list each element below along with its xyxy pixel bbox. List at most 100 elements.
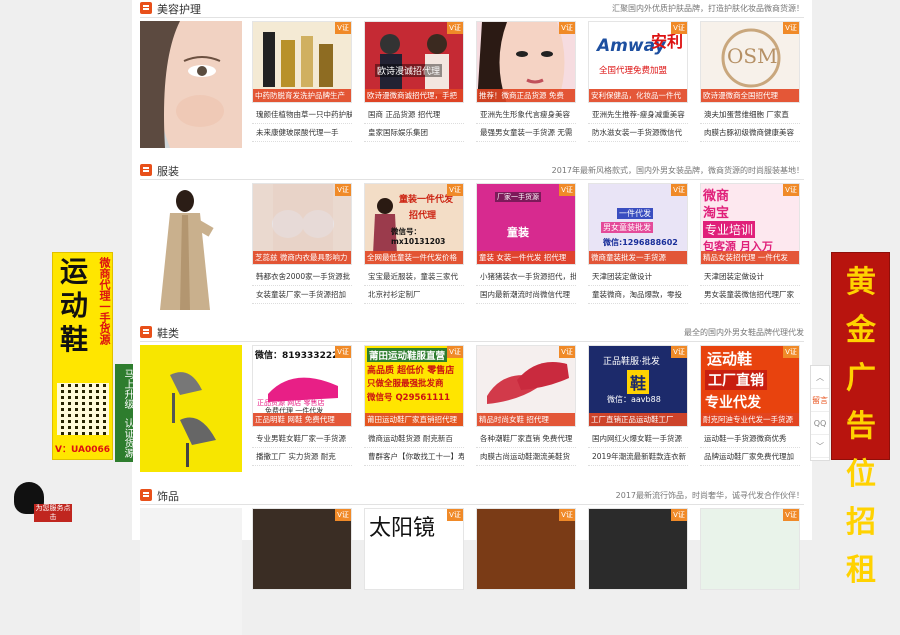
product-thumb[interactable]: 运动鞋 工厂直销 专业代发 V证 耐克阿迪专业代发一手货源 (700, 345, 800, 427)
product-thumb[interactable]: V证 (700, 508, 800, 590)
product-card[interactable]: V证 (588, 508, 688, 590)
product-thumb[interactable]: V证 中药防脱育发洗护品牌生产 (252, 21, 352, 103)
product-card[interactable]: V证 (476, 508, 576, 590)
product-link[interactable]: 女装童装厂家一手货源招加 (252, 286, 352, 304)
product-card[interactable]: V证 中药防脱育发洗护品牌生产 瑰颜佳植物由草一只中药护肤 未来康健玻尿酸代理一… (252, 21, 352, 142)
product-link[interactable]: 韩都衣舍2000家一手货源批 (252, 268, 352, 286)
product-link[interactable]: 专业男鞋女鞋厂家一手货源 (252, 430, 352, 448)
feedback-button[interactable]: 留言 (811, 389, 829, 412)
product-thumb[interactable]: V证 (476, 508, 576, 590)
product-link[interactable]: 肉膜古豚初级微商健康美容 (700, 124, 800, 142)
product-link[interactable]: 亚洲先生形象代言瘦身美容 (476, 106, 576, 124)
product-link[interactable]: 国商 正品货源 招代理 (364, 106, 464, 124)
product-link[interactable]: 曹群客户【你敢找工十一】寿 (364, 448, 464, 466)
product-thumb[interactable]: 莆田运动鞋服直营 高品质 超低价 零售店 只做全服最强批发商 微信号 Q2956… (364, 345, 464, 427)
verified-badge: V证 (335, 22, 351, 34)
product-card[interactable]: 莆田运动鞋服直营 高品质 超低价 零售店 只做全服最强批发商 微信号 Q2956… (364, 345, 464, 466)
verified-badge: V证 (559, 22, 575, 34)
product-thumb[interactable]: V证 芝蕊兹 微商内衣最具影响力 (252, 183, 352, 265)
product-card[interactable]: V证 (700, 508, 800, 590)
product-thumb[interactable]: 童装一件代发 招代理 微信号：mx10131203 V证 全网最低童装一件代发价… (364, 183, 464, 265)
product-link[interactable]: 2019年潮流最新鞋款连衣新 (588, 448, 688, 466)
thumb-caption: 莆田运动鞋服直营 (367, 348, 448, 362)
product-link[interactable]: 最强男女童装一手货源 无需 (476, 124, 576, 142)
product-thumb[interactable]: V证 精品时尚女鞋 招代理 (476, 345, 576, 427)
product-link[interactable]: 亚洲先生推荐-瘦身减重美容 (588, 106, 688, 124)
scroll-up-icon[interactable]: ︿ (811, 366, 829, 389)
product-thumb[interactable]: 太阳镜 V证 (364, 508, 464, 590)
product-link[interactable]: 天津团装定做设计 (588, 268, 688, 286)
product-link[interactable]: 瑰颜佳植物由草一只中药护肤 (252, 106, 352, 124)
upgrade-tab[interactable]: 马上升级 (115, 364, 133, 414)
section-icon (140, 489, 152, 501)
product-link[interactable]: 各种潮鞋厂家直销 免费代理 (476, 430, 576, 448)
product-link[interactable]: 国内最新潮流时尚微信代理 (476, 286, 576, 304)
product-link[interactable]: 播撒工厂 实力货源 耐克 (252, 448, 352, 466)
product-link[interactable]: 澳夫加蛋营维细胞 厂家直 (700, 106, 800, 124)
product-thumb[interactable]: V证 (252, 508, 352, 590)
product-link[interactable]: 皇家国际娱乐集团 (364, 124, 464, 142)
product-thumb[interactable]: V证 推荐！微商正品货源 免费 (476, 21, 576, 103)
product-thumb[interactable]: OSM V证 欧诗漫微商全国招代理 (700, 21, 800, 103)
qq-chat-icon[interactable]: QQ (811, 412, 829, 435)
product-link[interactable]: 运动鞋一手货源微商优秀 (700, 430, 800, 448)
product-thumb[interactable]: 微信：819333222 正品货源 网店 零售店 免费代理 一件代发 V证 正品… (252, 345, 352, 427)
verify-tab[interactable]: 认证货源 (115, 414, 133, 462)
product-thumb[interactable]: 厂家一手货源 童装 V证 童装 女装一件代发 招代理 (476, 183, 576, 265)
product-card[interactable]: OSM V证 欧诗漫微商全国招代理 澳夫加蛋营维细胞 厂家直 肉膜古豚初级微商健… (700, 21, 800, 142)
product-link[interactable]: 微商运动鞋货源 耐克新百 (364, 430, 464, 448)
product-card[interactable]: Amway 安利 全国代理免费加盟 V证 安利保健品，化妆品一件代 亚洲先生推荐… (588, 21, 688, 142)
product-card[interactable]: V证 (252, 508, 352, 590)
product-link[interactable]: 品牌运动鞋厂家免费代理加 (700, 448, 800, 466)
product-link[interactable]: 未来康健玻尿酸代理一手 (252, 124, 352, 142)
featured-image-heels[interactable] (140, 345, 242, 472)
product-card[interactable]: 运动鞋 工厂直销 专业代发 V证 耐克阿迪专业代发一手货源 运动鞋一手货源微商优… (700, 345, 800, 466)
product-banner: 欧诗漫微商全国招代理 (701, 89, 799, 102)
product-card[interactable]: 童装一件代发 招代理 微信号：mx10131203 V证 全网最低童装一件代发价… (364, 183, 464, 304)
left-float-ad[interactable]: 运动鞋 微商代理一手货源 V：UA0066 (52, 252, 113, 460)
product-card[interactable]: V证 芝蕊兹 微商内衣最具影响力 韩都衣舍2000家一手货源批 女装童装厂家一手… (252, 183, 352, 304)
section-title[interactable]: 饰品 (157, 488, 179, 504)
product-card[interactable]: 一件代发 男女童装批发 微信:1296888602 V证 微商童装批发一手货源 … (588, 183, 688, 304)
product-link[interactable]: 国内网红火爆女鞋一手货源 (588, 430, 688, 448)
featured-image-trenchcoat[interactable] (140, 183, 242, 310)
product-card[interactable]: 微信：819333222 正品货源 网店 零售店 免费代理 一件代发 V证 正品… (252, 345, 352, 466)
product-link[interactable]: 小猪猪装衣一手货源招代，批 (476, 268, 576, 286)
product-card[interactable]: 厂家一手货源 童装 V证 童装 女装一件代发 招代理 小猪猪装衣一手货源招代，批… (476, 183, 576, 304)
qq-service-float[interactable]: 为您服务点击 (14, 482, 72, 524)
product-link[interactable]: 天津团装定做设计 (700, 268, 800, 286)
verified-badge: V证 (671, 184, 687, 196)
scroll-down-icon[interactable]: ﹀ (811, 435, 829, 458)
thumb-caption: 童装一件代发 (399, 195, 454, 205)
product-thumb[interactable]: 欧诗漫诚招代理 V证 欧诗漫微商诚招代理，手把 (364, 21, 464, 103)
product-link[interactable]: 防水滋女装一手货源微信代 (588, 124, 688, 142)
right-float-ad[interactable]: 黄金广告位招租 (831, 252, 890, 588)
product-thumb[interactable]: 一件代发 男女童装批发 微信:1296888602 V证 微商童装批发一手货源 (588, 183, 688, 265)
product-card[interactable]: V证 精品时尚女鞋 招代理 各种潮鞋厂家直销 免费代理 肉膜古尚运动鞋潮流美鞋货 (476, 345, 576, 466)
featured-image-face[interactable] (140, 21, 242, 148)
product-card[interactable]: 微商 淘宝 专业培训 包客源 月入万 V证 精品女装招代理 一件代发 天津团装定… (700, 183, 800, 304)
product-thumb[interactable]: Amway 安利 全国代理免费加盟 V证 安利保健品，化妆品一件代 (588, 21, 688, 103)
section-icon (140, 164, 152, 176)
product-link[interactable]: 宝宝最近服装，童装三家代 (364, 268, 464, 286)
product-card[interactable]: 太阳镜 V证 (364, 508, 464, 590)
verified-badge: V证 (447, 22, 463, 34)
section-title[interactable]: 服装 (157, 163, 179, 179)
product-link[interactable]: 北京衬衫定制厂 (364, 286, 464, 304)
thumb-caption: 一件代发 (617, 208, 653, 219)
product-thumb[interactable]: 微商 淘宝 专业培训 包客源 月入万 V证 精品女装招代理 一件代发 (700, 183, 800, 265)
thumb-caption: 招代理 (409, 211, 437, 221)
section-title[interactable]: 美容护理 (157, 1, 201, 17)
thumb-caption: 只做全服最强批发商 (367, 379, 444, 389)
product-thumb[interactable]: 正品鞋服·批发 鞋 微信：aavb88 V证 工厂直销正品运动鞋工厂 (588, 345, 688, 427)
product-card[interactable]: V证 推荐！微商正品货源 免费 亚洲先生形象代言瘦身美容 最强男女童装一手货源 … (476, 21, 576, 142)
thumb-caption: 微信号 Q29561111 (367, 393, 450, 403)
product-thumb[interactable]: V证 (588, 508, 688, 590)
section-title[interactable]: 鞋类 (157, 325, 179, 341)
product-link[interactable]: 男女装童装微信招代理厂家 (700, 286, 800, 304)
product-link[interactable]: 肉膜古尚运动鞋潮流美鞋货 (476, 448, 576, 466)
featured-image-jewelry[interactable] (140, 508, 242, 635)
product-link[interactable]: 童装微商，淘品爆款，零投 (588, 286, 688, 304)
product-card[interactable]: 正品鞋服·批发 鞋 微信：aavb88 V证 工厂直销正品运动鞋工厂 国内网红火… (588, 345, 688, 466)
product-card[interactable]: 欧诗漫诚招代理 V证 欧诗漫微商诚招代理，手把 国商 正品货源 招代理 皇家国际… (364, 21, 464, 142)
